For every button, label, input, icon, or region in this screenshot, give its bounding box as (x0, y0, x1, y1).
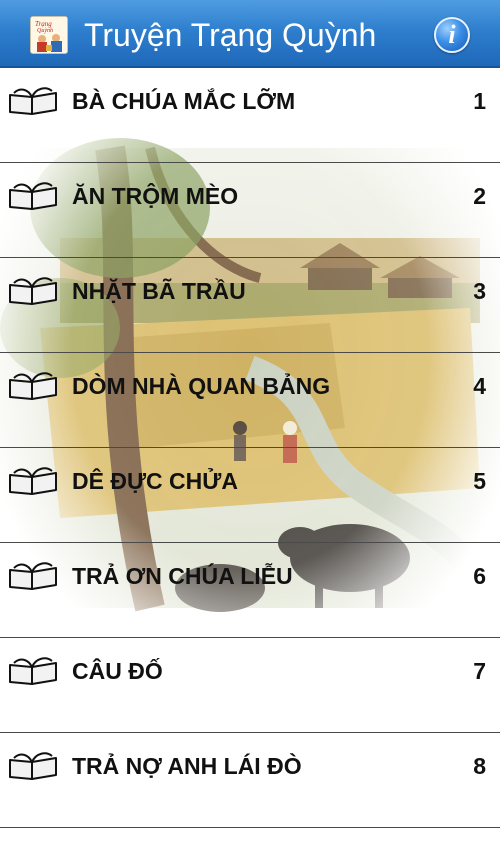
open-book-icon (9, 182, 57, 210)
open-book-icon (9, 657, 57, 685)
open-book-icon (9, 467, 57, 495)
open-book-icon (9, 87, 57, 115)
story-number: 6 (473, 563, 486, 589)
story-list: BÀ CHÚA MẮC LỠM 1 ĂN TRỘM MÈO 2 NHẶT BÃ … (0, 68, 500, 828)
story-number: 5 (473, 468, 486, 494)
story-item-6[interactable]: TRẢ ƠN CHÚA LIỄU 6 (0, 543, 500, 638)
story-number: 3 (473, 278, 486, 304)
story-item-8[interactable]: TRẢ NỢ ANH LÁI ĐÒ 8 (0, 733, 500, 828)
open-book-icon (9, 372, 57, 400)
story-number: 2 (473, 183, 486, 209)
open-book-icon (9, 752, 57, 780)
info-button[interactable]: i (434, 17, 470, 53)
app-title: Truyện Trạng Quỳnh (84, 17, 377, 53)
svg-text:Trạng: Trạng (35, 20, 52, 28)
story-number: 4 (473, 373, 486, 399)
story-item-7[interactable]: CÂU ĐỐ 7 (0, 638, 500, 733)
app-screen: Trạng Quỳnh Truyện Trạng Quỳnh i BÀ CHÚA… (0, 0, 500, 850)
open-book-icon (9, 562, 57, 590)
story-title: ĂN TRỘM MÈO (72, 183, 239, 209)
story-number: 7 (473, 658, 486, 684)
story-list-area[interactable]: BÀ CHÚA MẮC LỠM 1 ĂN TRỘM MÈO 2 NHẶT BÃ … (0, 68, 500, 850)
story-title: NHẶT BÃ TRẦU (72, 278, 246, 304)
action-bar: Trạng Quỳnh Truyện Trạng Quỳnh i (0, 0, 500, 68)
story-title: BÀ CHÚA MẮC LỠM (72, 88, 296, 114)
open-book-icon (9, 277, 57, 305)
story-title: DÊ ĐỰC CHỬA (72, 468, 238, 494)
info-icon: i (448, 20, 456, 49)
story-number: 1 (473, 88, 486, 114)
story-title: TRẢ NỢ ANH LÁI ĐÒ (72, 753, 302, 779)
story-item-5[interactable]: DÊ ĐỰC CHỬA 5 (0, 448, 500, 543)
story-title: DÒM NHÀ QUAN BẢNG (72, 373, 331, 399)
story-item-4[interactable]: DÒM NHÀ QUAN BẢNG 4 (0, 353, 500, 448)
book-cover-icon: Trạng Quỳnh (30, 16, 68, 54)
story-title: TRẢ ƠN CHÚA LIỄU (72, 563, 293, 589)
story-title: CÂU ĐỐ (72, 658, 163, 684)
story-item-1[interactable]: BÀ CHÚA MẮC LỠM 1 (0, 68, 500, 163)
story-item-2[interactable]: ĂN TRỘM MÈO 2 (0, 163, 500, 258)
svg-text:Quỳnh: Quỳnh (37, 28, 53, 34)
story-item-3[interactable]: NHẶT BÃ TRẦU 3 (0, 258, 500, 353)
story-number: 8 (473, 753, 486, 779)
